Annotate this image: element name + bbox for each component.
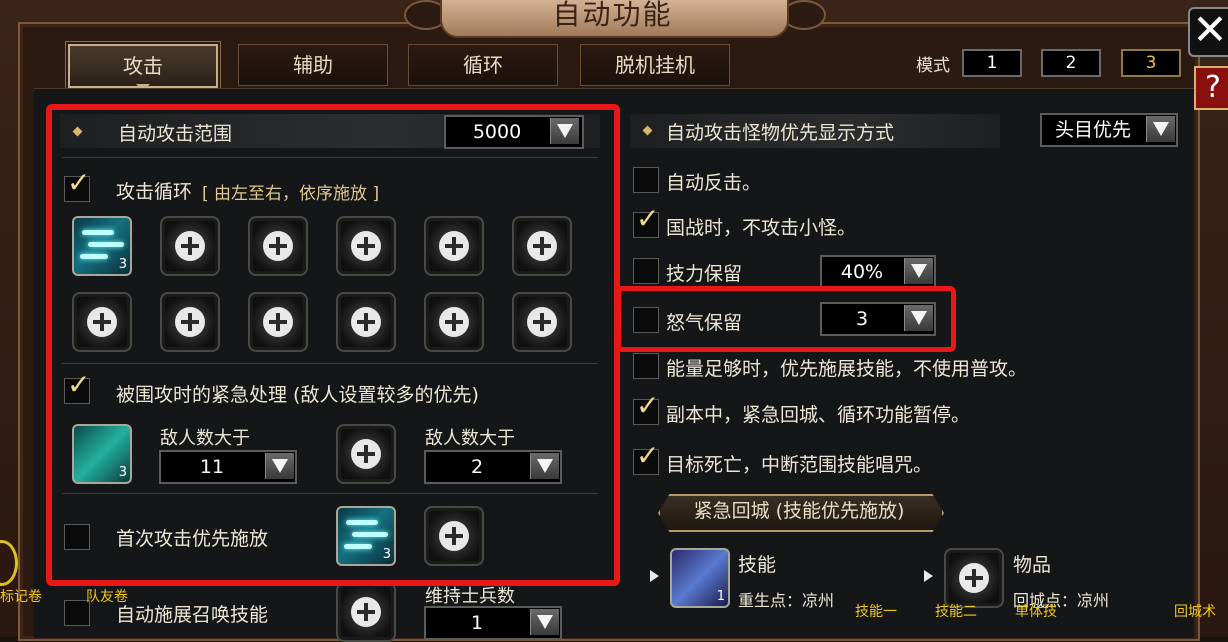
checkmark-icon: ✓ [636,202,660,235]
counter-label: 自动反击。 [666,172,762,194]
help-button[interactable]: ? [1194,66,1228,110]
checkmark-icon: ✓ [636,389,660,422]
empty-skill-slot[interactable] [336,582,396,642]
highlight-box-left [46,104,620,586]
hud-text-single: 单体技 [1015,604,1057,620]
nation-war-label: 国战时，不攻击小怪。 [666,217,857,239]
dropdown-arrow-icon[interactable] [1146,116,1175,142]
priority-dropdown[interactable]: 头目优先 [1040,113,1178,147]
emergency-return-title: 紧急回城 (技能优先施放) [693,500,905,522]
summon-label: 自动施展召唤技能 [116,604,269,626]
window-title: 自动功能 [552,0,673,31]
return-skill-sub: 重生点：凉州 [738,591,835,610]
return-item-slot[interactable] [944,548,1004,608]
counter-checkbox[interactable] [633,167,659,193]
hud-text-mark-scroll: 标记卷 [0,589,42,605]
target-dead-label: 目标死亡，中断范围技能唱咒。 [666,454,933,476]
hud-text-skill-1: 技能一 [855,604,897,620]
keep-soldiers-dropdown[interactable]: 1 [424,606,562,640]
hud-text-party-scroll: 队友卷 [86,589,128,605]
nation-war-checkbox[interactable]: ✓ [633,205,659,238]
dropdown-arrow-icon[interactable] [530,609,559,635]
highlight-box-right [616,286,956,352]
return-skill-icon[interactable]: 1 [670,548,730,608]
skill-reserve-label: 技力保留 [666,263,743,285]
tab-cycle[interactable]: 循环 [408,44,558,86]
skill-reserve-checkbox[interactable] [633,258,659,284]
plus-icon [351,597,381,627]
tab-attack[interactable]: 攻击 [68,44,218,88]
dungeon-checkbox[interactable]: ✓ [633,392,659,425]
checkmark-icon: ✓ [636,439,660,472]
energy-checkbox[interactable] [633,353,659,379]
priority-value: 头目优先 [1054,119,1131,141]
dropdown-arrow-icon[interactable] [904,258,933,284]
energy-label: 能量足够时，优先施展技能，不使用普攻。 [666,358,1028,380]
skill-reserve-value: 40% [840,261,884,283]
keep-soldiers-value: 1 [470,612,484,634]
tab-assist[interactable]: 辅助 [238,44,388,86]
close-icon: ✕ [1192,5,1228,54]
hud-text-return: 回城术 [1174,604,1216,620]
mode-button-1[interactable]: 1 [962,49,1022,77]
return-item-label: 物品 [1013,554,1052,576]
arrow-right-icon [650,570,659,582]
close-button[interactable]: ✕ [1188,7,1228,57]
priority-label: 自动攻击怪物优先显示方式 [666,122,895,144]
return-skill-label: 技能 [738,554,777,576]
mode-button-3[interactable]: 3 [1121,49,1181,77]
target-dead-checkbox[interactable]: ✓ [633,442,659,475]
skill-reserve-dropdown[interactable]: 40% [820,255,936,289]
mode-button-2[interactable]: 2 [1041,49,1101,77]
tab-offline[interactable]: 脱机挂机 [580,44,730,86]
mode-label: 模式 [916,56,950,76]
plus-icon [959,563,989,593]
arrow-right-icon [924,570,933,582]
skill-count: 1 [716,589,725,604]
hud-text-skill-2: 技能二 [935,604,977,620]
dungeon-label: 副本中，紧急回城、循环功能暂停。 [666,404,971,426]
